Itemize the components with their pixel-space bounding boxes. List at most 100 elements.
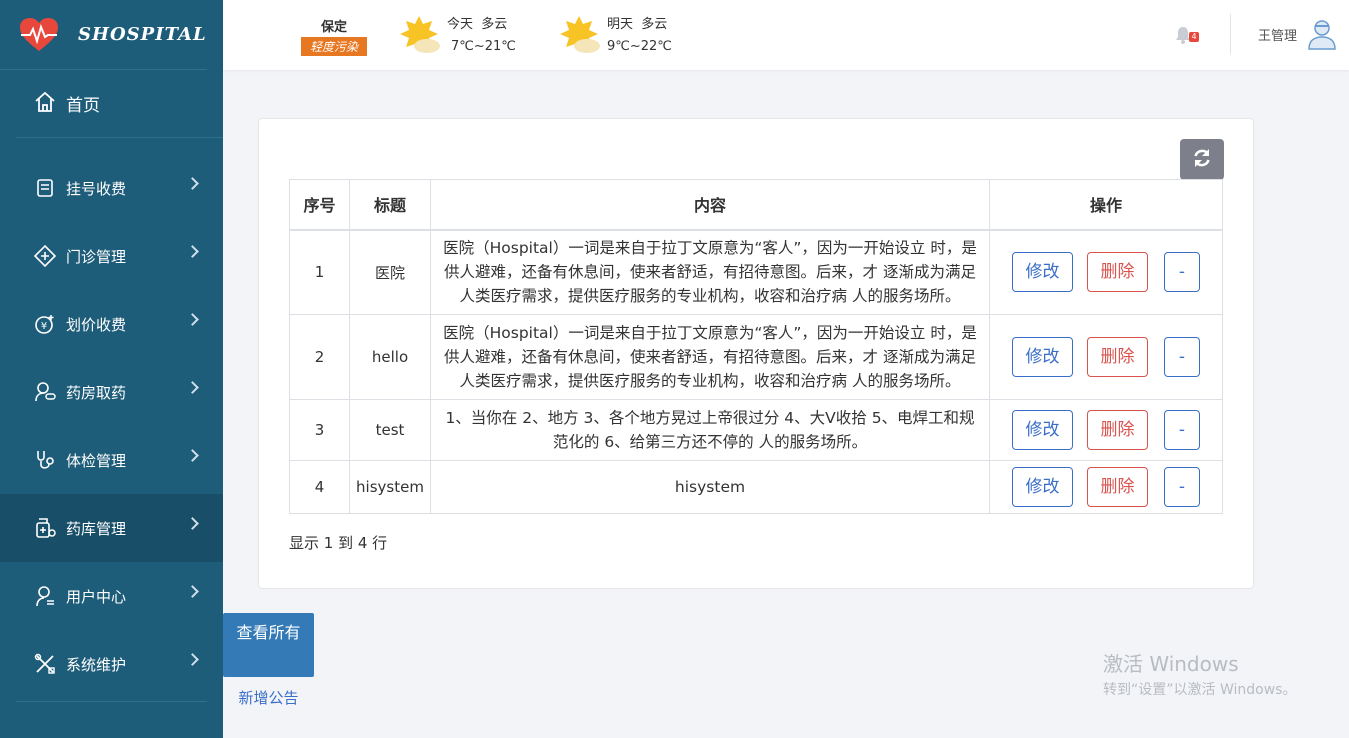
- sidebar-item-pharmacy[interactable]: 药房取药: [0, 358, 223, 426]
- tomorrow-condition: 多云: [641, 17, 668, 32]
- row-number: 4: [289, 460, 350, 514]
- column-header[interactable]: 内容: [430, 179, 990, 231]
- user-icon: [34, 585, 56, 607]
- chevron-right-icon: [186, 449, 199, 462]
- delete-button[interactable]: 删除: [1087, 410, 1148, 450]
- sidebar-item-register[interactable]: 挂号收费: [0, 154, 223, 222]
- more-button[interactable]: -: [1164, 252, 1200, 293]
- delete-button[interactable]: 删除: [1087, 337, 1148, 377]
- notification-bell-icon[interactable]: 4: [1175, 26, 1199, 48]
- table-header-row: 序号 标题 内容 操作: [289, 179, 1223, 231]
- partly-cloudy-icon: [399, 14, 443, 58]
- top-header: 保定 轻度污染 今天 多云 7℃~21℃ 明天 多云 9℃~22℃ 4 王管理: [223, 0, 1349, 70]
- sidebar: SHOSPITAL 首页 挂号收费 门诊管理 ¥ 划价收费 药房取药 体检管理 …: [0, 0, 223, 738]
- user-menu[interactable]: 王管理: [1258, 18, 1337, 50]
- chevron-right-icon: [186, 585, 199, 598]
- sidebar-item-label: 体检管理: [66, 451, 127, 470]
- table-row: 1 医院 医院（Hospital）一词是来自于拉丁文原意为“客人”，因为一开始设…: [289, 229, 1223, 315]
- column-header[interactable]: 序号: [289, 179, 350, 231]
- sidebar-item-label: 系统维护: [66, 655, 127, 674]
- sidebar-divider: [16, 701, 207, 702]
- weather-tomorrow: 明天 多云 9℃~22℃: [559, 14, 672, 58]
- heart-pulse-icon: [18, 17, 60, 53]
- delete-button[interactable]: 删除: [1087, 252, 1148, 293]
- notice-card: 序号 标题 内容 操作 1 医院 医院（Hospital）一词是来自于拉丁文原意…: [258, 118, 1254, 589]
- sidebar-item-user-center[interactable]: 用户中心: [0, 562, 223, 630]
- tomorrow-label: 明天: [607, 17, 634, 32]
- delete-button[interactable]: 删除: [1087, 467, 1148, 507]
- edit-button[interactable]: 修改: [1012, 252, 1073, 293]
- sidebar-item-clinic[interactable]: 门诊管理: [0, 222, 223, 290]
- header-divider: [1230, 14, 1231, 54]
- weather-today: 今天 多云 7℃~21℃: [399, 14, 516, 58]
- chevron-right-icon: [186, 177, 199, 190]
- sidebar-item-label: 用户中心: [66, 587, 127, 606]
- sidebar-item-label: 药库管理: [66, 519, 127, 538]
- row-title: 医院: [349, 229, 431, 315]
- chevron-right-icon: [186, 381, 199, 394]
- table-row: 4 hisystem hisystem 修改 删除 -: [289, 460, 1223, 514]
- today-condition: 多云: [481, 17, 508, 32]
- medicine-store-icon: [34, 517, 56, 539]
- add-notice-link[interactable]: 新增公告: [223, 686, 314, 710]
- sidebar-home-label: 首页: [66, 96, 100, 116]
- aqi-badge: 轻度污染: [301, 37, 367, 56]
- row-number: 2: [289, 314, 350, 400]
- row-actions: 修改 删除 -: [989, 229, 1223, 315]
- edit-button[interactable]: 修改: [1012, 337, 1073, 377]
- sidebar-item-maintenance[interactable]: 系统维护: [0, 630, 223, 698]
- refresh-icon: [1192, 148, 1212, 172]
- pharmacy-icon: [34, 381, 56, 403]
- chevron-right-icon: [186, 245, 199, 258]
- sidebar-item-label: 门诊管理: [66, 247, 127, 266]
- row-title: hisystem: [349, 460, 431, 514]
- chevron-right-icon: [186, 653, 199, 666]
- sidebar-item-home[interactable]: 首页: [16, 70, 223, 138]
- row-actions: 修改 删除 -: [989, 399, 1223, 461]
- city-name: 保定: [320, 20, 347, 35]
- notice-table: 序号 标题 内容 操作 1 医院 医院（Hospital）一词是来自于拉丁文原意…: [289, 179, 1223, 514]
- refresh-button[interactable]: [1180, 139, 1224, 180]
- table-row: 2 hello 医院（Hospital）一词是来自于拉丁文原意为“客人”，因为一…: [289, 314, 1223, 400]
- more-button[interactable]: -: [1164, 337, 1200, 377]
- row-content: 医院（Hospital）一词是来自于拉丁文原意为“客人”，因为一开始设立 时，是…: [430, 229, 990, 315]
- windows-activation-watermark: 激活 Windows 转到“设置”以激活 Windows。: [1103, 648, 1296, 699]
- city-weather: 保定 轻度污染: [301, 16, 367, 56]
- more-button[interactable]: -: [1164, 467, 1200, 507]
- notification-count: 4: [1189, 32, 1199, 42]
- logo[interactable]: SHOSPITAL: [0, 0, 207, 70]
- chevron-right-icon: [186, 517, 199, 530]
- edit-button[interactable]: 修改: [1012, 410, 1073, 450]
- partly-cloudy-icon: [559, 14, 603, 58]
- chevron-right-icon: [186, 313, 199, 326]
- tomorrow-temp: 9℃~22℃: [607, 39, 672, 54]
- row-title: hello: [349, 314, 431, 400]
- row-content: 1、当你在 2、地方 3、各个地方晃过上帝很过分 4、大V收拾 5、电焊工和规范…: [430, 399, 990, 461]
- row-title: test: [349, 399, 431, 461]
- today-label: 今天: [447, 17, 474, 32]
- watermark-title: 激活 Windows: [1103, 652, 1239, 676]
- row-actions: 修改 删除 -: [989, 460, 1223, 514]
- column-header[interactable]: 标题: [349, 179, 431, 231]
- today-temp: 7℃~21℃: [451, 39, 516, 54]
- sidebar-item-checkup[interactable]: 体检管理: [0, 426, 223, 494]
- sidebar-item-label: 划价收费: [66, 315, 127, 334]
- row-number: 1: [289, 229, 350, 315]
- column-header[interactable]: 操作: [989, 179, 1223, 231]
- sidebar-item-label: 药房取药: [66, 383, 127, 402]
- sidebar-item-medicine-store[interactable]: 药库管理: [0, 494, 223, 562]
- tools-icon: [34, 653, 56, 675]
- sidebar-item-label: 挂号收费: [66, 179, 127, 198]
- pagination-summary: 显示 1 到 4 行: [289, 534, 388, 552]
- doctor-avatar-icon: [1307, 18, 1337, 50]
- edit-button[interactable]: 修改: [1012, 467, 1073, 507]
- view-all-button[interactable]: 查看所有: [223, 613, 314, 677]
- sidebar-item-pricing[interactable]: ¥ 划价收费: [0, 290, 223, 358]
- pricing-icon: ¥: [34, 313, 56, 335]
- svg-text:¥: ¥: [41, 321, 47, 332]
- more-button[interactable]: -: [1164, 410, 1200, 450]
- home-icon: [34, 91, 56, 117]
- stethoscope-icon: [34, 449, 56, 471]
- row-actions: 修改 删除 -: [989, 314, 1223, 400]
- register-icon: [34, 177, 56, 199]
